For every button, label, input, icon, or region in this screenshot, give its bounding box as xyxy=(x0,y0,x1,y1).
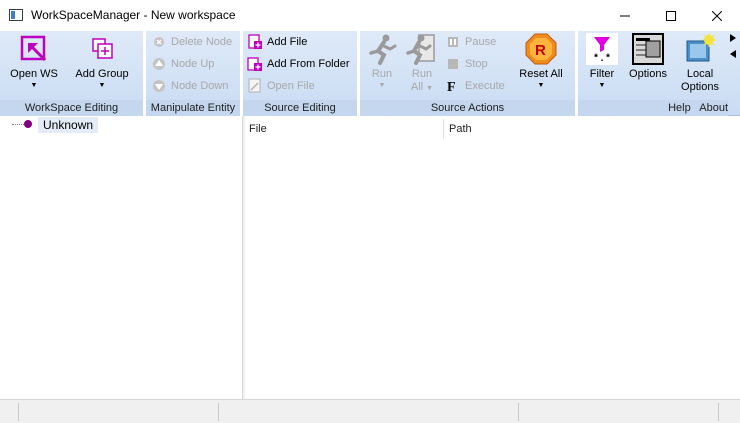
open-workspace-icon xyxy=(18,33,50,65)
app-window-icon xyxy=(9,9,23,21)
group-workspace-editing: Open WS ▼ Add Group ▼ WorkSpace Editing xyxy=(0,31,143,116)
options-button[interactable]: Options xyxy=(626,33,670,95)
add-group-icon xyxy=(86,33,118,65)
window-title: WorkSpaceManager - New workspace xyxy=(31,8,236,22)
node-down-button[interactable]: Node Down xyxy=(151,76,228,96)
column-header-file[interactable]: File xyxy=(245,119,443,139)
workspace-tree[interactable]: Unknown xyxy=(0,116,242,399)
ribbon-scroll-arrows[interactable] xyxy=(727,33,739,63)
maximize-icon xyxy=(666,10,676,21)
column-divider[interactable] xyxy=(443,119,444,139)
group-label-manipulate-entity: Manipulate Entity xyxy=(146,100,240,116)
delete-node-icon xyxy=(151,34,167,50)
status-divider xyxy=(518,403,519,421)
close-icon xyxy=(712,10,722,21)
execute-button[interactable]: F Execute xyxy=(445,76,505,96)
status-divider xyxy=(18,403,19,421)
close-button[interactable] xyxy=(694,0,740,31)
open-file-icon xyxy=(247,78,263,94)
pause-icon xyxy=(445,34,461,50)
minimize-icon xyxy=(620,15,630,16)
add-from-folder-button[interactable]: Add From Folder xyxy=(247,54,350,74)
group-label-workspace-editing: WorkSpace Editing xyxy=(0,100,143,116)
group-source-editing: Add File Add From Folder Open File Sourc… xyxy=(243,31,357,116)
filter-button[interactable]: *.* Filter ▼ xyxy=(584,33,620,95)
running-man-icon xyxy=(366,33,398,65)
delete-node-button[interactable]: Delete Node xyxy=(151,32,232,52)
pause-button[interactable]: Pause xyxy=(445,32,496,52)
title-bar: WorkSpaceManager - New workspace xyxy=(0,0,740,31)
maximize-button[interactable] xyxy=(648,0,694,31)
run-button[interactable]: Run ▼ xyxy=(364,33,400,95)
local-options-icon xyxy=(684,33,716,65)
node-up-button[interactable]: Node Up xyxy=(151,54,214,74)
scroll-left-right-icon xyxy=(730,34,736,58)
arrow-down-circle-icon xyxy=(151,78,167,94)
group-source-actions: Run ▼ Run All ▼ Pause Stop F Execute R R… xyxy=(360,31,575,116)
svg-text:R: R xyxy=(535,42,546,59)
stop-icon xyxy=(445,56,461,72)
tree-node-bullet-icon xyxy=(24,120,32,128)
group-label-source-actions: Source Actions xyxy=(360,100,575,116)
reset-all-button[interactable]: R Reset All ▼ xyxy=(514,33,568,95)
open-ws-button[interactable]: Open WS ▼ xyxy=(7,33,61,95)
add-file-button[interactable]: Add File xyxy=(247,32,307,52)
group-label-source-editing: Source Editing xyxy=(243,100,357,116)
dropdown-arrow-icon: ▼ xyxy=(378,82,386,89)
open-file-button[interactable]: Open File xyxy=(247,76,315,96)
run-all-button[interactable]: Run All ▼ xyxy=(404,33,440,95)
run-all-icon xyxy=(406,33,438,65)
svg-text:*.*: *.* xyxy=(593,53,611,65)
local-options-button[interactable]: Local Options xyxy=(676,33,724,95)
svg-text:F: F xyxy=(447,80,456,93)
dropdown-arrow-icon: ▼ xyxy=(98,82,106,89)
status-bar xyxy=(0,399,740,423)
execute-icon: F xyxy=(445,78,461,94)
main-content: Unknown File Path xyxy=(0,116,740,399)
stop-button[interactable]: Stop xyxy=(445,54,488,74)
add-folder-icon xyxy=(247,56,263,72)
group-manipulate-entity: Delete Node Node Up Node Down Manipulate… xyxy=(146,31,240,116)
tree-connector xyxy=(12,124,24,125)
status-divider xyxy=(218,403,219,421)
dropdown-arrow-icon: ▼ xyxy=(30,82,38,89)
column-header-path[interactable]: Path xyxy=(445,119,735,139)
minimize-button[interactable] xyxy=(602,0,648,31)
reset-icon: R xyxy=(525,33,557,65)
add-file-icon xyxy=(247,34,263,50)
tree-node-unknown[interactable]: Unknown xyxy=(38,117,99,133)
dropdown-arrow-icon: ▼ xyxy=(598,82,606,89)
about-link[interactable]: About xyxy=(699,102,728,114)
dropdown-arrow-icon: ▼ xyxy=(537,82,545,89)
filter-icon: *.* xyxy=(586,33,618,65)
status-divider xyxy=(718,403,719,421)
group-help: *.* Filter ▼ Options Local Options Help … xyxy=(578,31,728,116)
options-icon xyxy=(632,33,664,65)
help-about-labels: Help About xyxy=(578,100,728,116)
add-group-button[interactable]: Add Group ▼ xyxy=(70,33,134,95)
help-link[interactable]: Help xyxy=(668,102,691,114)
file-list[interactable]: File Path xyxy=(245,116,740,399)
arrow-up-circle-icon xyxy=(151,56,167,72)
ribbon-toolbar: Open WS ▼ Add Group ▼ WorkSpace Editing xyxy=(0,31,740,116)
